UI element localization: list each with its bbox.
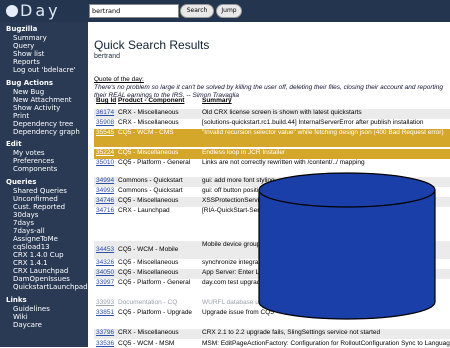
nav-print[interactable]: Print bbox=[13, 112, 29, 120]
top-bar: Day Search Jump bbox=[0, 0, 450, 22]
bug-id-link[interactable]: 34994 bbox=[96, 177, 114, 185]
nav-query-item[interactable]: cqSload13 bbox=[13, 243, 50, 251]
page-title: Quick Search Results bbox=[94, 38, 210, 52]
product-cell: Commons - Quickstart bbox=[118, 177, 183, 184]
col-summary[interactable]: Summary bbox=[202, 97, 232, 104]
bug-id-link[interactable]: 34716 bbox=[96, 207, 114, 215]
table-row: 35908 CRX - Miscellaneous [solutions-qui… bbox=[94, 119, 450, 129]
table-row: 35224 CQ5 - Miscellaneous Endless loop i… bbox=[94, 149, 450, 159]
bug-id-link[interactable]: 33796 bbox=[96, 329, 114, 337]
section-links: Links bbox=[6, 296, 27, 304]
product-cell: CRX - Miscellaneous bbox=[118, 329, 179, 336]
product-cell: CQ5 - Platform - General bbox=[118, 279, 191, 286]
table-row: 35545 CQ5 - WCM - CMS "Invalid recursion… bbox=[94, 129, 450, 147]
section-queries: Queries bbox=[6, 178, 37, 186]
summary-cell[interactable]: Endless loop in JCR Installer bbox=[202, 149, 450, 157]
product-cell: Documentation - CQ bbox=[118, 299, 178, 306]
bug-id-link[interactable]: 35224 bbox=[96, 149, 114, 157]
nav-dependency-graph[interactable]: Dependency graph bbox=[13, 128, 80, 136]
nav-query-item[interactable]: CRX 1.4.1 bbox=[13, 259, 48, 267]
nav-preferences[interactable]: Preferences bbox=[13, 157, 54, 165]
logo-text: Day bbox=[20, 1, 61, 20]
nav-query-item[interactable]: QuickstartLaunchpad bbox=[13, 283, 88, 291]
nav-show-list[interactable]: Show list bbox=[13, 50, 44, 58]
col-product-component[interactable]: Product - Component bbox=[118, 97, 184, 104]
table-row: 33796 CRX - Miscellaneous CRX 2.1 to 2.2… bbox=[94, 329, 450, 339]
bug-id-link[interactable]: 34326 bbox=[96, 259, 114, 267]
nav-daycare[interactable]: Daycare bbox=[13, 321, 42, 329]
nav-components[interactable]: Components bbox=[13, 165, 57, 173]
quote-heading: Quote of the day: bbox=[94, 76, 144, 83]
bug-id-link[interactable]: 36174 bbox=[96, 109, 114, 117]
search-input[interactable] bbox=[89, 4, 179, 18]
nav-guidelines[interactable]: Guidelines bbox=[13, 305, 50, 313]
product-cell: CQ5 - Platform - General bbox=[118, 159, 191, 166]
search-term: bertrand bbox=[94, 53, 121, 60]
logo-dot-icon bbox=[6, 5, 18, 17]
nav-query-item[interactable]: 7days bbox=[13, 219, 34, 227]
table-row: 36174 CRX - Miscellaneous Old CRX licens… bbox=[94, 109, 450, 119]
product-cell: CQ5 - Platform - Upgrade bbox=[118, 309, 193, 316]
product-cell: CRX - Launchpad bbox=[118, 207, 170, 214]
nav-query-item[interactable]: 7days-all bbox=[13, 227, 45, 235]
nav-query-item[interactable]: Cust. Reported bbox=[13, 203, 65, 211]
nav-query-item[interactable]: Unconfirmed bbox=[13, 195, 58, 203]
bug-id-link[interactable]: 33851 bbox=[96, 309, 114, 317]
bug-id-link[interactable]: 34453 bbox=[96, 246, 114, 254]
nav-query-item[interactable]: CRX Launchpad bbox=[13, 267, 68, 275]
summary-cell[interactable]: Old CRX license screen is shown with lat… bbox=[202, 109, 450, 117]
bug-id-link[interactable]: 35908 bbox=[96, 119, 114, 127]
section-edit: Edit bbox=[6, 140, 22, 148]
nav-query[interactable]: Query bbox=[13, 42, 34, 50]
search-button[interactable]: Search bbox=[180, 4, 214, 18]
product-cell: CQ5 - Miscellaneous bbox=[118, 259, 179, 266]
nav-new-bug[interactable]: New Bug bbox=[13, 88, 44, 96]
sidebar: Bugzilla Summary Query Show list Reports… bbox=[0, 22, 88, 347]
section-bugzilla: Bugzilla bbox=[6, 25, 38, 33]
product-cell: CRX - Miscellaneous bbox=[118, 119, 179, 126]
nav-query-item[interactable]: DamOpenIssues bbox=[13, 275, 70, 283]
product-cell: CRX - Miscellaneous bbox=[118, 109, 179, 116]
logo[interactable]: Day bbox=[6, 2, 61, 20]
nav-my-votes[interactable]: My votes bbox=[13, 149, 45, 157]
nav-query-item[interactable]: CRX 1.4.0 Cup bbox=[13, 251, 64, 259]
product-cell: Commons - Quickstart bbox=[118, 187, 183, 194]
database-icon bbox=[258, 172, 436, 320]
product-cell: CQ5 - WCM - CMS bbox=[118, 129, 174, 136]
nav-dependency-tree[interactable]: Dependency tree bbox=[13, 120, 73, 128]
nav-reports[interactable]: Reports bbox=[13, 58, 40, 66]
bug-id-link[interactable]: 34050 bbox=[96, 269, 114, 277]
nav-query-item[interactable]: 30days bbox=[13, 211, 38, 219]
product-cell: CQ5 - WCM - Mobile bbox=[118, 246, 179, 253]
bug-id-link[interactable]: 33993 bbox=[96, 299, 114, 307]
bug-id-link[interactable]: 34993 bbox=[96, 187, 114, 195]
nav-summary[interactable]: Summary bbox=[13, 34, 47, 42]
col-bug-id[interactable]: Bug Id bbox=[96, 97, 116, 104]
bug-id-link[interactable]: 34746 bbox=[96, 197, 114, 205]
bug-id-link[interactable]: 35545 bbox=[96, 129, 114, 137]
product-cell: CQ5 - Miscellaneous bbox=[118, 269, 179, 276]
bug-id-link[interactable]: 33997 bbox=[96, 279, 114, 287]
product-cell: CQ5 - Miscellaneous bbox=[118, 149, 179, 156]
nav-show-activity[interactable]: Show Activity bbox=[13, 104, 60, 112]
summary-cell[interactable]: [solutions-quickstart.rc1.build.44] Inte… bbox=[202, 119, 450, 127]
bug-id-link[interactable]: 35010 bbox=[96, 159, 114, 167]
nav-new-attachment[interactable]: New Attachment bbox=[13, 96, 72, 104]
jump-button[interactable]: Jump bbox=[216, 4, 242, 18]
product-cell: CQ5 - Miscellaneous bbox=[118, 197, 179, 204]
section-bug-actions: Bug Actions bbox=[6, 79, 54, 87]
summary-cell[interactable]: "Invalid recursion selector value" while… bbox=[202, 129, 450, 137]
nav-wiki[interactable]: Wiki bbox=[13, 313, 28, 321]
nav-logout[interactable]: Log out 'bdelacre' bbox=[13, 66, 76, 74]
nav-query-item[interactable]: AssigneToMe bbox=[13, 235, 58, 243]
nav-query-item[interactable]: Shared Queries bbox=[13, 187, 67, 195]
summary-cell[interactable]: Links are not correctly rewritten with /… bbox=[202, 159, 450, 167]
summary-cell[interactable]: CRX 2.1 to 2.2 upgrade fails, SlingSetti… bbox=[202, 329, 450, 337]
